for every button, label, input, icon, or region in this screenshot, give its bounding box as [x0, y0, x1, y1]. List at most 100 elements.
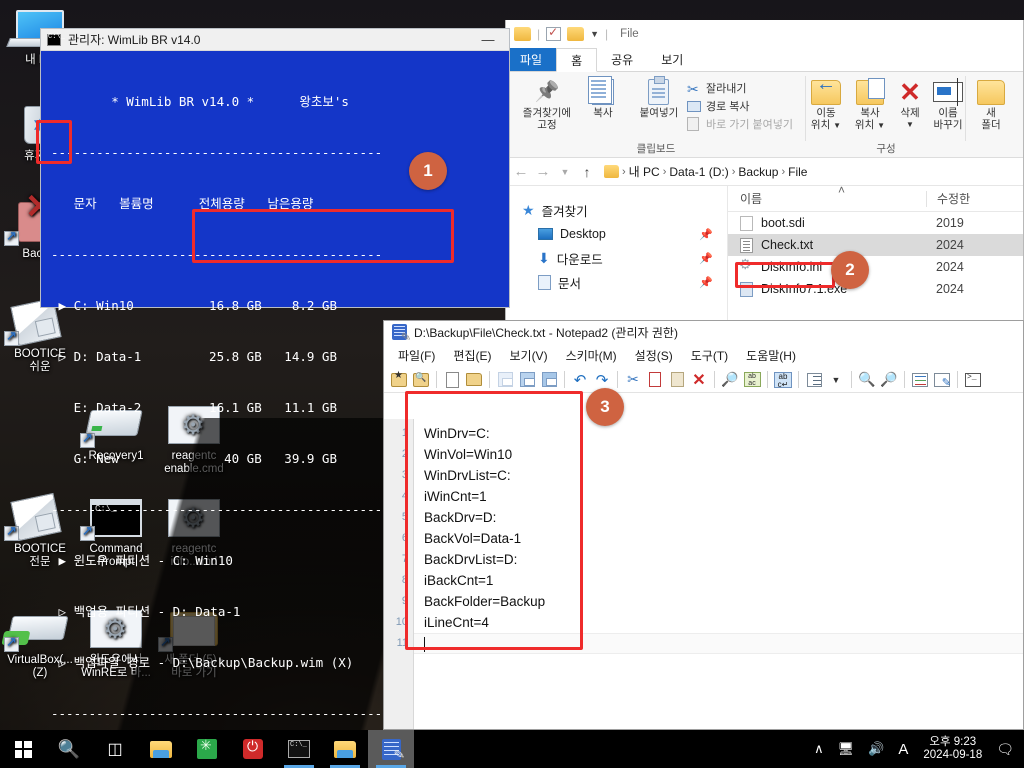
- nav-item-desktop[interactable]: Desktop 📌: [522, 222, 727, 246]
- pin-to-quick-access-button[interactable]: 즐겨찾기에 고정: [519, 77, 575, 131]
- file-explorer-button[interactable]: [138, 730, 184, 768]
- move-to-button[interactable]: 이동 위치 ▼: [804, 77, 848, 132]
- quick-access-toolbar[interactable]: | ▼ | File: [506, 20, 1023, 48]
- folder-icon[interactable]: [514, 27, 531, 41]
- ime-indicator[interactable]: A: [891, 741, 915, 758]
- file-list-pane[interactable]: 이름 수정한 boot.sdi 2019 Check.txt 2024: [728, 183, 1023, 336]
- menu-file[interactable]: 파일(F): [390, 345, 443, 366]
- breadcrumb-item[interactable]: File: [788, 165, 807, 179]
- notepad-menu-bar[interactable]: 파일(F) 편집(E) 보기(V) 스키마(M) 설정(S) 도구(T) 도움말…: [384, 343, 1023, 367]
- ribbon-tabs[interactable]: 파일 홈 공유 보기: [506, 48, 1023, 72]
- pin-icon[interactable]: 📌: [699, 228, 713, 241]
- menu-tools[interactable]: 도구(T): [683, 345, 736, 366]
- tab-home[interactable]: 홈: [556, 48, 598, 72]
- chevron-down-icon[interactable]: ▼: [826, 370, 846, 390]
- notepad-editor[interactable]: 1 2 3 4 5 6 7 8 9 10 11 WinDrv=C: WinVol…: [384, 419, 1023, 729]
- save-copy-button[interactable]: [539, 370, 559, 390]
- menu-edit[interactable]: 편집(E): [445, 345, 499, 366]
- chevron-down-icon[interactable]: ▼: [877, 121, 885, 130]
- forward-button[interactable]: →: [534, 163, 552, 180]
- power-app-button[interactable]: [230, 730, 276, 768]
- list-header[interactable]: 이름 수정한: [728, 183, 1023, 212]
- nav-item-downloads[interactable]: 다운로드 📌: [522, 246, 727, 270]
- copy-to-button[interactable]: 복사 위치 ▼: [848, 77, 892, 132]
- file-name-cell[interactable]: DiskInfo.ini: [728, 256, 926, 275]
- table-row[interactable]: DiskInfo.ini 2024: [728, 256, 1023, 278]
- pin-icon[interactable]: 📌: [699, 252, 713, 265]
- chevron-down-icon[interactable]: ▼: [892, 119, 928, 131]
- paste-shortcut-button[interactable]: 바로 가기 붙여넣기: [686, 115, 793, 133]
- navigation-pane[interactable]: 즐겨찾기 Desktop 📌 다운로드 📌 문서 📌: [506, 186, 728, 336]
- column-header-modified[interactable]: 수정한: [926, 190, 970, 207]
- save-button[interactable]: [495, 370, 515, 390]
- address-bar[interactable]: ← → ▼ ↑ › 내 PC › Data-1 (D:) › Backup › …: [506, 158, 1023, 186]
- volume-icon[interactable]: 🔊: [861, 741, 891, 757]
- redo-button[interactable]: [592, 370, 612, 390]
- zoom-in-button[interactable]: [857, 370, 877, 390]
- recent-locations-button[interactable]: ▼: [556, 167, 574, 177]
- nav-item-documents[interactable]: 문서 📌: [522, 270, 727, 294]
- cut-button[interactable]: 잘라내기: [687, 79, 793, 97]
- show-hidden-icons-button[interactable]: ∧: [807, 741, 831, 757]
- green-app-button[interactable]: [184, 730, 230, 768]
- network-icon[interactable]: 🖥: [831, 741, 862, 757]
- breadcrumb-item[interactable]: 내 PC: [629, 163, 660, 180]
- system-tray[interactable]: ∧ 🖥 🔊 A 오후 9:23 2024-09-18 🗨: [807, 730, 1024, 768]
- notepad2-button[interactable]: [368, 730, 414, 768]
- delete-button[interactable]: 삭제 ▼: [892, 77, 928, 131]
- menu-help[interactable]: 도움말(H): [738, 345, 804, 366]
- command-prompt-button[interactable]: [276, 730, 322, 768]
- new-folder-icon[interactable]: [567, 27, 585, 41]
- cut-button[interactable]: [623, 370, 643, 390]
- start-button[interactable]: [0, 730, 46, 768]
- paste-button[interactable]: 붙여넣기: [631, 76, 687, 119]
- menu-settings[interactable]: 설정(S): [627, 345, 681, 366]
- clock[interactable]: 오후 9:23 2024-09-18: [915, 736, 990, 762]
- chevron-down-icon[interactable]: ▼: [590, 29, 599, 39]
- table-row[interactable]: DiskInfo7.1.exe 2024: [728, 278, 1023, 300]
- schema-button[interactable]: [804, 370, 824, 390]
- pin-icon[interactable]: 📌: [699, 276, 713, 289]
- table-row[interactable]: boot.sdi 2019: [728, 212, 1023, 234]
- taskbar[interactable]: 🔍 ◫ ∧ 🖥 🔊 A 오후 9:23 2024-09-18 🗨: [0, 730, 1024, 768]
- table-row[interactable]: Check.txt 2024: [728, 234, 1023, 256]
- word-wrap-button[interactable]: ab c↵: [773, 370, 793, 390]
- chevron-down-icon[interactable]: ▼: [833, 121, 841, 130]
- replace-button[interactable]: ab ac: [742, 370, 762, 390]
- copy-button[interactable]: [645, 370, 665, 390]
- notification-icon[interactable]: 🗨: [990, 741, 1024, 758]
- edit-line-button[interactable]: [932, 370, 952, 390]
- tab-view[interactable]: 보기: [647, 48, 697, 71]
- file-explorer-window[interactable]: | ▼ | File 파일 홈 공유 보기 즐겨찾기에 고정 복사: [505, 20, 1024, 340]
- file-name-cell[interactable]: boot.sdi: [728, 215, 926, 231]
- open-console-button[interactable]: [963, 370, 983, 390]
- column-header-name[interactable]: 이름: [728, 183, 926, 207]
- menu-view[interactable]: 보기(V): [501, 345, 555, 366]
- open-file-button[interactable]: [464, 370, 484, 390]
- file-name-cell[interactable]: Check.txt: [728, 237, 926, 253]
- explorer-window-button[interactable]: [322, 730, 368, 768]
- breadcrumb-item[interactable]: Backup: [738, 165, 778, 179]
- line-numbers-button[interactable]: [910, 370, 930, 390]
- breadcrumb-item[interactable]: Data-1 (D:): [669, 165, 728, 179]
- back-button[interactable]: ←: [512, 163, 530, 180]
- notepad2-window[interactable]: D:\Backup\File\Check.txt - Notepad2 (관리자…: [383, 320, 1024, 730]
- minimize-button[interactable]: —: [467, 32, 509, 47]
- nav-item-quick-access[interactable]: 즐겨찾기: [522, 198, 727, 222]
- task-view-button[interactable]: ◫: [92, 730, 138, 768]
- delete-button[interactable]: [689, 370, 709, 390]
- paste-button[interactable]: [667, 370, 687, 390]
- menu-schema[interactable]: 스키마(M): [558, 345, 625, 366]
- copy-path-button[interactable]: 경로 복사: [686, 97, 793, 115]
- new-folder-button[interactable]: 새 폴더: [970, 77, 1012, 131]
- file-name-cell[interactable]: DiskInfo7.1.exe: [728, 281, 926, 297]
- notepad-toolbar[interactable]: abac abc↵ ▼: [384, 367, 1023, 393]
- text-area[interactable]: WinDrv=C: WinVol=Win10 WinDrvList=C: iWi…: [414, 419, 1023, 729]
- breadcrumb[interactable]: › 내 PC › Data-1 (D:) › Backup › File: [604, 163, 807, 180]
- ribbon[interactable]: 즐겨찾기에 고정 복사 붙여넣기 잘라내기: [506, 72, 1023, 158]
- copy-button[interactable]: 복사: [575, 76, 631, 119]
- rename-button[interactable]: 이름 바꾸기: [928, 77, 968, 131]
- new-file-button[interactable]: [442, 370, 462, 390]
- properties-check-icon[interactable]: [546, 25, 562, 41]
- console-title-bar[interactable]: 관리자: WimLib BR v14.0 —: [41, 29, 509, 51]
